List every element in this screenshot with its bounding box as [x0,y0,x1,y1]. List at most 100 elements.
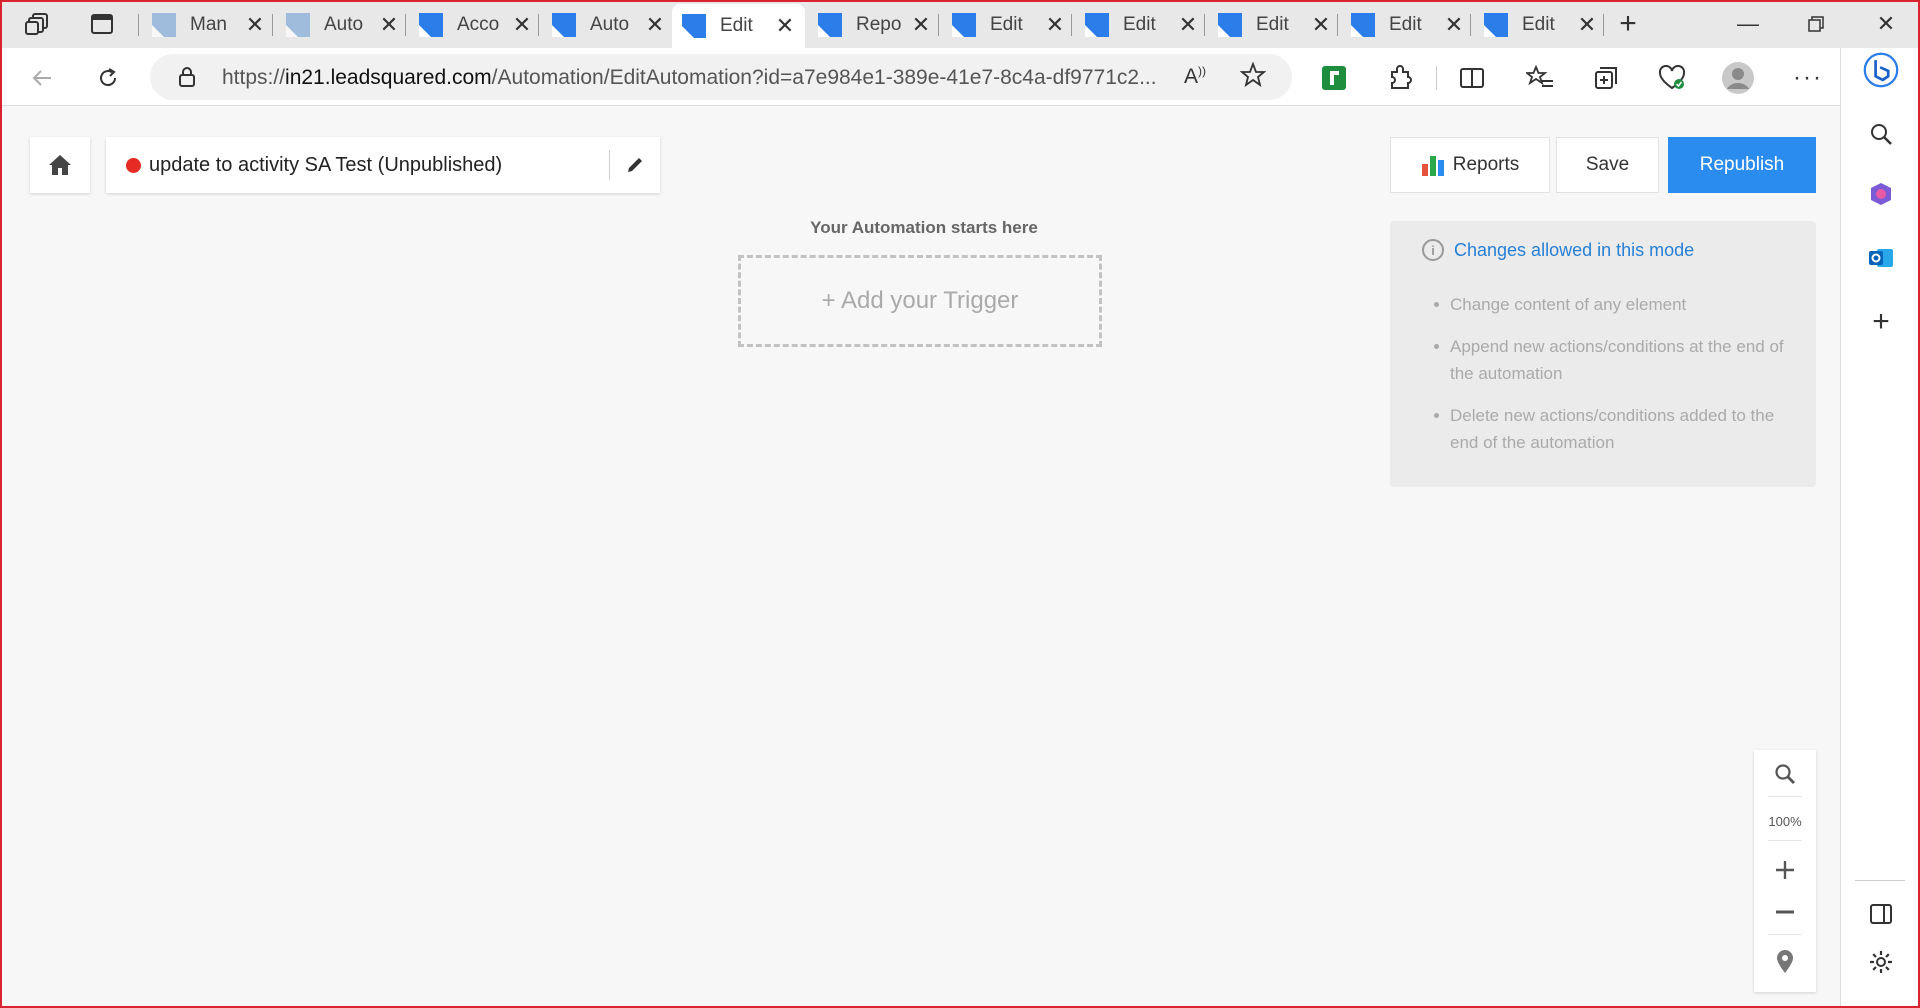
tab-title: Edit [1256,14,1289,35]
zoom-fit-button[interactable] [1754,754,1816,794]
browser-tab-active[interactable]: Edit ✕ [672,4,805,48]
edit-name-button[interactable] [610,137,660,193]
tab-title: Edit [1123,14,1156,35]
pencil-icon [628,158,642,172]
bar-chart-icon [1421,156,1444,176]
close-tab-icon[interactable]: ✕ [1311,12,1331,38]
changes-allowed-heading[interactable]: Changes allowed in this mode [1454,240,1694,261]
home-button[interactable] [30,137,90,193]
republish-button[interactable]: Republish [1668,137,1816,193]
url-text: https://in21.leadsquared.com/Automation/… [222,66,1182,90]
new-tab-plus-icon[interactable]: + [1612,7,1644,40]
browser-tab[interactable]: Edit ✕ [1208,6,1341,44]
close-window-icon[interactable]: ✕ [1866,8,1906,40]
browser-tab[interactable]: Edit ✕ [1474,6,1607,44]
reports-button[interactable]: Reports [1390,137,1550,193]
close-tab-icon[interactable]: ✕ [1045,12,1065,38]
zoom-out-button[interactable] [1754,892,1816,932]
url-scheme: https:// [222,66,286,89]
browser-sidebar: + [1840,48,1920,1008]
plus-icon [1776,861,1794,879]
extensions-puzzle-icon[interactable] [1382,60,1418,96]
favorite-star-icon[interactable] [1239,61,1267,93]
split-screen-icon[interactable] [1454,60,1490,96]
close-tab-icon[interactable]: ✕ [1577,12,1597,38]
browser-tab[interactable]: Acco ✕ [409,6,542,44]
status-dot-icon [126,157,141,173]
hide-sidebar-icon[interactable] [1863,896,1899,932]
refresh-icon[interactable] [90,60,126,96]
leadsquared-favicon-icon [286,13,310,37]
browser-tab[interactable]: Man ✕ [142,6,275,44]
more-menu-icon[interactable]: ··· [1790,60,1826,96]
close-tab-icon[interactable]: ✕ [379,12,399,38]
profile-avatar-icon[interactable] [1720,60,1756,96]
leadsquared-favicon-icon [682,14,706,38]
outlook-icon[interactable] [1863,240,1899,276]
browser-tab[interactable]: Edit ✕ [1341,6,1474,44]
close-tab-icon[interactable]: ✕ [1444,12,1464,38]
add-sidebar-app-plus-icon[interactable]: + [1863,304,1899,340]
browser-tab[interactable]: Edit ✕ [1075,6,1208,44]
close-tab-icon[interactable]: ✕ [775,13,795,39]
collections-icon[interactable] [1588,60,1624,96]
tab-title: Edit [1522,14,1555,35]
read-aloud-icon[interactable]: A)) [1184,64,1206,89]
browser-tab[interactable]: Repo ✕ [808,6,941,44]
vertical-tabs-icon[interactable] [86,8,118,40]
automation-name: update to activity SA Test (Unpublished) [149,153,503,176]
bing-copilot-icon[interactable] [1863,52,1899,88]
minimize-icon[interactable]: — [1728,8,1768,40]
close-tab-icon[interactable]: ✕ [245,12,265,38]
back-arrow-icon[interactable] [24,60,60,96]
restore-icon[interactable] [1796,8,1836,40]
save-label: Save [1585,154,1630,175]
save-button[interactable]: Save [1556,137,1659,193]
add-trigger-button[interactable]: + Add your Trigger [738,255,1102,347]
list-item: Append new actions/conditions at the end… [1434,333,1790,387]
automation-canvas: update to activity SA Test (Unpublished)… [4,107,1838,1008]
tab-title: Edit [990,14,1023,35]
browser-essentials-icon[interactable] [1654,60,1690,96]
zoom-level: 100% [1768,814,1802,829]
leadsquared-favicon-icon [419,13,443,37]
tab-title: Acco [457,14,500,35]
leadsquared-favicon-icon [1484,13,1508,37]
leadsquared-favicon-icon [1351,13,1375,37]
leadsquared-favicon-icon [552,13,576,37]
tab-title: Auto [590,14,630,35]
extension-green-icon[interactable] [1316,60,1352,96]
browser-tab[interactable]: Edit ✕ [942,6,1075,44]
list-item: Change content of any element [1434,291,1790,318]
zoom-in-button[interactable] [1754,850,1816,890]
automation-start-label: Your Automation starts here [810,218,1038,237]
tab-title: Man [190,14,227,35]
address-bar[interactable]: https://in21.leadsquared.com/Automation/… [150,54,1292,100]
close-tab-icon[interactable]: ✕ [645,12,665,38]
list-item: Delete new actions/conditions added to t… [1434,402,1790,456]
lock-icon[interactable] [178,66,196,93]
search-icon[interactable] [1863,116,1899,152]
recenter-button[interactable] [1754,942,1816,982]
leadsquared-favicon-icon [952,13,976,37]
add-trigger-label: + Add your Trigger [821,287,1019,314]
workspaces-icon[interactable] [22,8,54,40]
leadsquared-favicon-icon [152,13,176,37]
office-icon[interactable] [1863,176,1899,212]
changes-allowed-panel: i Changes allowed in this mode Change co… [1390,221,1816,487]
browser-tab[interactable]: Auto ✕ [276,6,409,44]
leadsquared-favicon-icon [1218,13,1242,37]
favorites-list-icon[interactable] [1522,60,1558,96]
browser-tab-bar: Man ✕ Auto ✕ Acco ✕ Auto ✕ Edit ✕ Repo ✕… [0,0,1920,48]
settings-gear-icon[interactable] [1863,944,1899,980]
close-tab-icon[interactable]: ✕ [911,12,931,38]
republish-label: Republish [1699,154,1785,175]
browser-tab[interactable]: Auto ✕ [542,6,675,44]
close-tab-icon[interactable]: ✕ [1178,12,1198,38]
leadsquared-favicon-icon [1085,13,1109,37]
automation-name-box: update to activity SA Test (Unpublished) [106,137,660,193]
browser-toolbar: https://in21.leadsquared.com/Automation/… [0,48,1920,106]
tab-title: Auto [324,14,364,35]
close-tab-icon[interactable]: ✕ [512,12,532,38]
zoom-controls: 100% [1754,750,1816,992]
